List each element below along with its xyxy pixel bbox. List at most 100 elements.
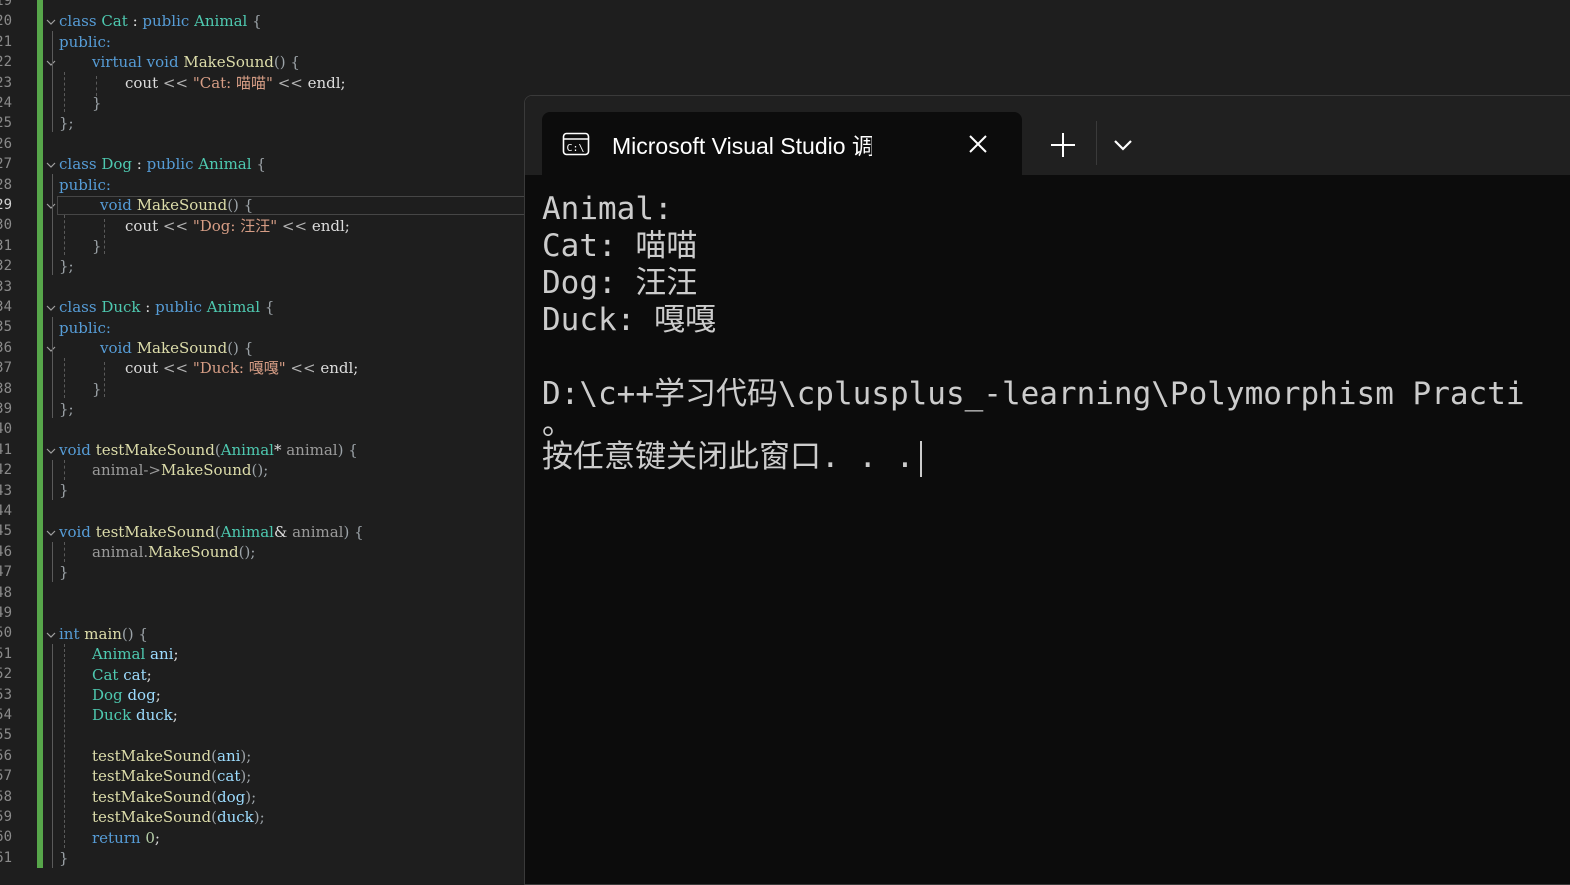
brace: }; <box>59 257 74 275</box>
line-number: 28 <box>0 176 12 193</box>
function-name: testMakeSound <box>92 808 212 826</box>
console-output[interactable]: Animal: Cat: 喵喵 Dog: 汪汪 Duck: 嘎嘎 D:\c++学… <box>542 191 1570 477</box>
code-line[interactable]: } <box>92 93 102 113</box>
code-line[interactable]: return 0; <box>92 828 160 848</box>
console-line: D:\c++学习代码\cplusplus_-learning\Polymorph… <box>542 376 1525 412</box>
variable: duck <box>135 706 173 724</box>
brace: { <box>290 53 300 71</box>
line-number: 27 <box>0 156 12 173</box>
line-number: 32 <box>0 258 12 275</box>
code-line[interactable]: public: <box>59 32 111 52</box>
code-line[interactable]: Animal ani; <box>92 644 179 664</box>
brace: { <box>264 298 275 316</box>
fold-chevron-icon[interactable] <box>46 523 56 543</box>
code-line[interactable]: void MakeSound() { <box>100 195 253 215</box>
line-number: 36 <box>0 339 12 356</box>
plus-icon[interactable] <box>1048 130 1078 160</box>
class-name: Animal <box>194 12 248 30</box>
scope-guide <box>52 542 53 582</box>
code-line[interactable]: } <box>59 848 69 868</box>
close-icon[interactable] <box>966 132 990 156</box>
punct: ; <box>173 645 179 663</box>
fold-chevron-icon[interactable] <box>46 298 56 318</box>
punct: ; <box>344 217 350 235</box>
line-number: 21 <box>0 33 12 50</box>
fold-chevron-icon[interactable] <box>46 155 56 175</box>
line-number-gutter: 19 20 21 22 23 24 25 26 27 28 29 30 31 32 33 34 35 36 37 38… <box>0 0 14 876</box>
scope-guide <box>52 317 53 418</box>
code-line[interactable]: cout << "Cat: 喵喵" << endl; <box>125 73 346 93</box>
chevron-down-icon[interactable] <box>1110 132 1136 158</box>
code-line[interactable]: void testMakeSound(Animal& animal) { <box>59 522 364 542</box>
code-line[interactable]: void testMakeSound(Animal* animal) { <box>59 440 358 460</box>
scope-guide <box>52 31 53 132</box>
code-line[interactable]: Dog dog; <box>92 685 161 705</box>
code-line[interactable]: } <box>92 379 102 399</box>
fold-chevron-icon[interactable] <box>46 441 56 461</box>
code-line[interactable]: public: <box>59 175 111 195</box>
access-specifier: public: <box>59 319 111 337</box>
code-line[interactable]: int main() { <box>59 624 148 644</box>
string-literal: "Dog: 汪汪" <box>192 217 278 235</box>
code-line[interactable]: } <box>59 562 69 582</box>
operator: << <box>281 217 308 235</box>
indent-guide <box>64 460 65 480</box>
fold-chevron-icon[interactable] <box>46 196 56 216</box>
code-line[interactable]: testMakeSound(ani); <box>92 746 251 766</box>
code-line[interactable]: animal.MakeSound(); <box>92 542 255 562</box>
code-line[interactable]: cout << "Dog: 汪汪" << endl; <box>125 216 350 236</box>
line-number: 19 <box>0 0 12 9</box>
code-line[interactable]: public: <box>59 318 111 338</box>
code-line[interactable]: animal->MakeSound(); <box>92 460 268 480</box>
operator: << <box>162 217 189 235</box>
code-line[interactable]: }; <box>59 113 74 133</box>
fold-chevron-icon[interactable] <box>46 339 56 359</box>
code-line[interactable]: class Duck : public Animal { <box>59 297 274 317</box>
fold-chevron-icon[interactable] <box>46 625 56 645</box>
brace: { <box>354 523 364 541</box>
fold-chevron-icon[interactable] <box>46 12 56 32</box>
code-line[interactable]: }; <box>59 399 74 419</box>
code-line[interactable]: } <box>92 236 102 256</box>
identifier: endl <box>311 217 345 235</box>
punct: : <box>136 155 142 173</box>
indent-guide <box>104 219 105 254</box>
type-name: Animal <box>92 645 146 663</box>
code-line[interactable]: Cat cat; <box>92 665 152 685</box>
code-line[interactable]: class Dog : public Animal { <box>59 154 266 174</box>
code-line[interactable]: class Cat : public Animal { <box>59 11 262 31</box>
code-line[interactable]: Duck duck; <box>92 705 178 725</box>
fold-chevron-icon[interactable] <box>46 53 56 73</box>
line-number: 51 <box>0 645 12 662</box>
paren: ); <box>240 747 252 765</box>
line-number: 45 <box>0 523 12 540</box>
line-number: 52 <box>0 666 12 683</box>
keyword: class <box>59 155 97 173</box>
line-number: 56 <box>0 747 12 764</box>
code-line[interactable]: }; <box>59 256 74 276</box>
scope-guide <box>52 644 53 868</box>
brace: } <box>92 237 102 255</box>
terminal-tab[interactable]: C:\ Microsoft Visual Studio 调试控制台 <box>542 112 1022 175</box>
code-line[interactable]: void MakeSound() { <box>100 338 253 358</box>
type-name: Cat <box>92 666 119 684</box>
code-line[interactable]: testMakeSound(cat); <box>92 766 251 786</box>
tab-title: Microsoft Visual Studio 调试控制台 <box>612 133 872 159</box>
keyword: public <box>142 12 190 30</box>
keyword: public <box>155 298 203 316</box>
code-line[interactable]: } <box>59 480 69 500</box>
brace: } <box>92 380 102 398</box>
operator: << <box>277 74 303 92</box>
code-line[interactable]: cout << "Duck: 嘎嘎" << endl; <box>125 358 358 378</box>
code-line[interactable]: testMakeSound(duck); <box>92 807 265 827</box>
code-line[interactable]: testMakeSound(dog); <box>92 787 256 807</box>
identifier: endl <box>320 359 354 377</box>
function-name: main <box>84 625 122 643</box>
code-line[interactable]: virtual void MakeSound() { <box>92 52 300 72</box>
line-number: 37 <box>0 360 12 377</box>
line-number: 61 <box>0 849 12 866</box>
function-name: MakeSound <box>136 196 228 214</box>
brace: } <box>59 563 69 581</box>
debug-console-window[interactable]: C:\ Microsoft Visual Studio 调试控制台 Animal… <box>524 95 1570 885</box>
function-name: testMakeSound <box>95 441 215 459</box>
